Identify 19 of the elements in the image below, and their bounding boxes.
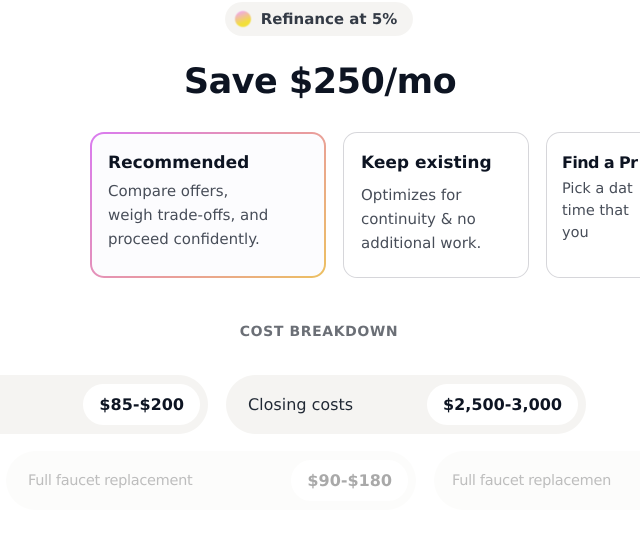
card-title: Find a Pr (562, 153, 639, 172)
gradient-dot-icon (234, 11, 251, 27)
cost-value: $2,500-3,000 (427, 384, 578, 425)
cost-label: Full faucet replacement (28, 472, 192, 488)
card-title: Recommended (108, 153, 250, 173)
card-title: Keep existing (361, 153, 493, 173)
cost-label: Closing costs (248, 395, 354, 414)
card-description: Optimizes for continuity & no additional work. (361, 185, 482, 254)
card-description: Pick a dat time that you (562, 180, 634, 243)
section-title: COST BREAKDOWN (238, 324, 400, 340)
option-card[interactable]: Keep existing Optimizes for continuity & no additional work. (343, 132, 529, 278)
badge-label: Refinance at 5% (260, 10, 398, 28)
option-card[interactable]: Recommended Compare offers, weigh trade-offs, and proceed confidently. (90, 132, 326, 278)
cost-value: $85-$200 (83, 384, 200, 425)
cost-label: Full faucet replacemen (452, 472, 611, 488)
cost-value: $90-$180 (291, 460, 408, 501)
card-description: Compare offers, weigh trade-offs, and proceed confidently. (108, 181, 270, 250)
headline: Save $250/mo (182, 61, 458, 104)
option-card[interactable]: Find a Pr Pick a dat time that you (546, 132, 640, 278)
